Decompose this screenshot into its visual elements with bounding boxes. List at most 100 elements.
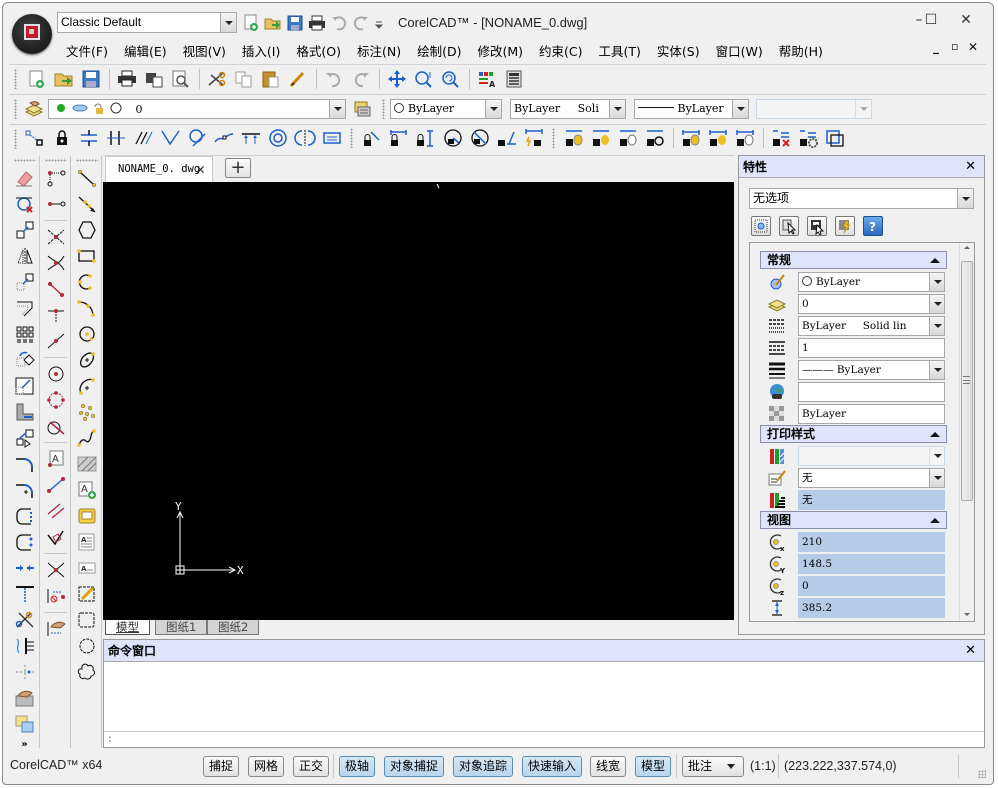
- hatch-icon[interactable]: [76, 454, 98, 474]
- snap-settings-icon[interactable]: [45, 619, 67, 639]
- revision-cloud-icon[interactable]: [76, 584, 98, 604]
- center-y-field[interactable]: 148.5: [798, 554, 945, 574]
- color-field[interactable]: ByLayer: [798, 272, 945, 292]
- plot-table-attached-field[interactable]: 无: [798, 490, 945, 510]
- menu-window[interactable]: 窗口(W): [708, 42, 771, 62]
- lineweight-toggle[interactable]: 线宽: [590, 756, 627, 777]
- diameter-constraint-icon[interactable]: [469, 128, 491, 148]
- cloud-rectangle-icon[interactable]: [76, 610, 98, 630]
- smooth-icon[interactable]: [213, 128, 235, 148]
- polar-toggle[interactable]: 极轴: [339, 756, 376, 777]
- quick-input-toggle[interactable]: 快速输入: [522, 756, 583, 777]
- drawing-canvas[interactable]: Y X: [103, 182, 734, 620]
- constraint-settings-icon[interactable]: [797, 128, 819, 148]
- scroll-up-icon[interactable]: [964, 246, 970, 249]
- snap-endpoint-icon[interactable]: [45, 168, 67, 188]
- scale-icon[interactable]: [14, 376, 36, 396]
- chevron-down-icon[interactable]: [929, 273, 944, 291]
- paste-icon[interactable]: [260, 69, 282, 89]
- menu-help[interactable]: 帮助(H): [771, 42, 831, 62]
- height-field[interactable]: 385.2: [798, 598, 945, 618]
- snap-parallel-icon[interactable]: [45, 501, 67, 521]
- close-properties-icon[interactable]: ✕: [965, 156, 976, 178]
- select-objects-icon[interactable]: [779, 216, 799, 236]
- circle-icon[interactable]: [76, 324, 98, 344]
- layer-manager-icon[interactable]: [24, 99, 44, 119]
- snap-intersection-icon[interactable]: [45, 227, 67, 247]
- equal-icon[interactable]: [321, 128, 343, 148]
- properties-scrollbar[interactable]: [959, 243, 974, 621]
- delete-duplicates-icon[interactable]: [14, 194, 36, 214]
- polygon-icon[interactable]: [76, 220, 98, 240]
- layer-color-icon[interactable]: A: [476, 69, 498, 89]
- snap-node-icon[interactable]: [45, 475, 67, 495]
- print-preview-icon[interactable]: [170, 69, 192, 89]
- resize-grip[interactable]: [978, 770, 986, 778]
- redo-icon[interactable]: [352, 14, 370, 32]
- break-icon[interactable]: [14, 506, 36, 526]
- annotation-scale-select[interactable]: 批注: [682, 756, 744, 777]
- lengthen-icon[interactable]: [14, 662, 36, 682]
- move-icon[interactable]: [14, 272, 36, 292]
- perpendicular-icon[interactable]: [105, 128, 127, 148]
- zoom-previous-icon[interactable]: [440, 69, 462, 89]
- convert-constraint-icon[interactable]: [523, 128, 545, 148]
- tangent-circle-icon[interactable]: [186, 128, 208, 148]
- snap-clear-icon[interactable]: [45, 586, 67, 606]
- zoom-realtime-icon[interactable]: [413, 69, 435, 89]
- chevron-down-icon[interactable]: [732, 100, 748, 118]
- layer-field[interactable]: 0: [798, 294, 945, 314]
- save-icon[interactable]: [80, 69, 102, 89]
- ellipse-icon[interactable]: [76, 350, 98, 370]
- undo-icon[interactable]: [323, 69, 345, 89]
- stretch-icon[interactable]: [14, 402, 36, 422]
- new-tab-button[interactable]: +: [225, 158, 251, 178]
- redo-icon[interactable]: [350, 69, 372, 89]
- menu-draw[interactable]: 绘制(D): [409, 42, 469, 62]
- cut-icon[interactable]: [206, 69, 228, 89]
- snap-tangent-icon[interactable]: [45, 416, 67, 436]
- create-block-icon[interactable]: [76, 506, 98, 526]
- chevron-down-icon[interactable]: [929, 361, 944, 379]
- delete-constraints-icon[interactable]: [770, 128, 792, 148]
- chevron-down-icon[interactable]: [485, 100, 501, 118]
- snap-apparent-intersection-icon[interactable]: [45, 253, 67, 273]
- rotate-icon[interactable]: [14, 350, 36, 370]
- menu-edit[interactable]: 编辑(E): [116, 42, 175, 62]
- elliptical-arc-icon[interactable]: [76, 376, 98, 396]
- toolbar-grip[interactable]: [14, 129, 17, 149]
- undo-icon[interactable]: [330, 14, 348, 32]
- snap-midpoint-icon[interactable]: [45, 194, 67, 214]
- erase-icon[interactable]: [14, 168, 36, 188]
- center-x-field[interactable]: 210: [798, 532, 945, 552]
- transparency-field[interactable]: ByLayer: [798, 404, 945, 424]
- symmetric-icon[interactable]: [294, 128, 316, 148]
- horizontal-icon[interactable]: [240, 128, 262, 148]
- annotation-scale-value[interactable]: (1:1): [750, 759, 776, 773]
- join-icon[interactable]: [14, 558, 36, 578]
- lineweight-field[interactable]: ——— ByLayer: [798, 360, 945, 380]
- osnap-toggle[interactable]: 对象捕捉: [384, 756, 445, 777]
- cloud-freehand-icon[interactable]: [76, 662, 98, 682]
- otrack-toggle[interactable]: 对象追踪: [453, 756, 514, 777]
- rectangle-icon[interactable]: [76, 246, 98, 266]
- layer-previous-icon[interactable]: [352, 99, 372, 119]
- layer-select[interactable]: 0: [48, 99, 346, 119]
- chevron-down-icon[interactable]: [220, 13, 236, 32]
- simple-text-icon[interactable]: A: [76, 558, 98, 578]
- menu-solids[interactable]: 实体(S): [649, 42, 708, 62]
- open-icon[interactable]: [264, 14, 282, 32]
- show-all-dim-constraints-icon[interactable]: [680, 128, 702, 148]
- corelcad-logo-icon[interactable]: [12, 14, 52, 54]
- command-input[interactable]: :: [104, 731, 984, 747]
- line-icon[interactable]: [76, 168, 98, 188]
- arc-3point-icon[interactable]: [76, 272, 98, 292]
- multiline-text-icon[interactable]: A: [76, 532, 98, 552]
- show-constraints-icon[interactable]: [590, 128, 612, 148]
- explode-icon[interactable]: [14, 610, 36, 630]
- vertical-dimension-constraint-icon[interactable]: [415, 128, 437, 148]
- snap-toggle[interactable]: 捕捉: [203, 756, 240, 777]
- chevron-down-icon[interactable]: [609, 100, 625, 118]
- snap-angle-icon[interactable]: [45, 527, 67, 547]
- snap-quadrant-icon[interactable]: [45, 390, 67, 410]
